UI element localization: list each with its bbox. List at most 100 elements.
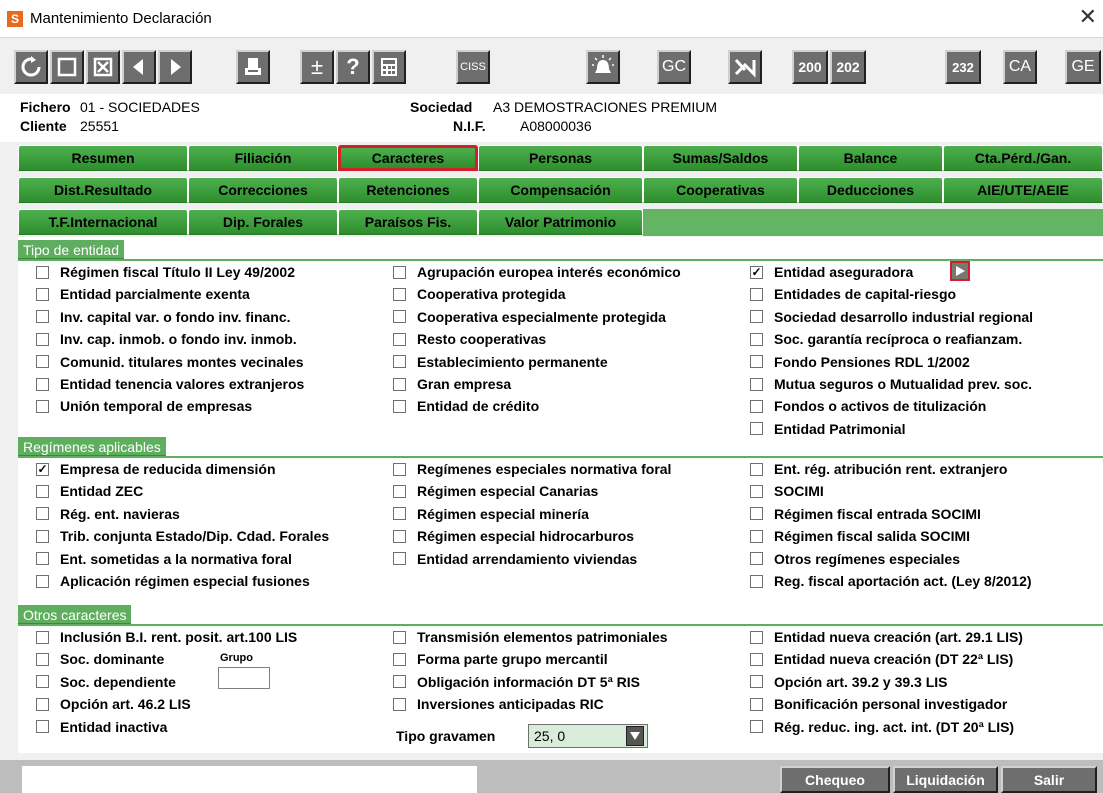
checkbox-item-entidad-nueva-creacion-art-29-1-lis[interactable]: Entidad nueva creación (art. 29.1 LIS)	[750, 627, 1023, 647]
tab-aie-ute-aeie[interactable]: AIE/UTE/AEIE	[943, 177, 1103, 203]
checkbox-item-regimen-fiscal-titulo-ii-ley-49-2002[interactable]: Régimen fiscal Título II Ley 49/2002	[36, 262, 295, 282]
checkbox-item-entidades-de-capital-riesgo[interactable]: Entidades de capital-riesgo	[750, 284, 956, 304]
checkbox[interactable]	[750, 529, 763, 543]
checkbox[interactable]	[393, 377, 406, 391]
tipo-gravamen-dropdown[interactable]	[626, 726, 644, 746]
checkbox[interactable]	[750, 332, 763, 346]
checkbox-item-cooperativa-especialmente-protegida[interactable]: Cooperativa especialmente protegida	[393, 307, 666, 327]
tab-paraisos-fis[interactable]: Paraísos Fis.	[338, 209, 478, 235]
checkbox[interactable]	[393, 265, 406, 279]
tab-cta-perd-gan[interactable]: Cta.Pérd./Gan.	[943, 145, 1103, 171]
checkbox-item-regimen-especial-hidrocarburos[interactable]: Régimen especial hidrocarburos	[393, 526, 634, 546]
checkbox[interactable]	[393, 355, 406, 369]
alarm-button[interactable]	[586, 50, 620, 84]
checkbox[interactable]	[750, 462, 763, 476]
checkbox[interactable]: ✓	[36, 462, 49, 476]
checkbox[interactable]	[750, 675, 763, 689]
checkbox-item-mutua-seguros-o-mutualidad-prev-soc[interactable]: Mutua seguros o Mutualidad prev. soc.	[750, 374, 1032, 394]
checkbox[interactable]	[393, 529, 406, 543]
next-button[interactable]	[158, 50, 192, 84]
new-button[interactable]	[50, 50, 84, 84]
tab-resumen[interactable]: Resumen	[18, 145, 188, 171]
checkbox-item-otros-regimenes-especiales[interactable]: Otros regímenes especiales	[750, 549, 960, 569]
checkbox[interactable]	[36, 399, 49, 413]
tab-deducciones[interactable]: Deducciones	[798, 177, 943, 203]
calculator-button[interactable]	[372, 50, 406, 84]
checkbox-item-fondo-pensiones-rdl-1-2002[interactable]: Fondo Pensiones RDL 1/2002	[750, 352, 970, 372]
checkbox[interactable]	[750, 630, 763, 644]
checkbox-item-ent-sometidas-a-la-normativa-foral[interactable]: Ent. sometidas a la normativa foral	[36, 549, 292, 569]
m202-button[interactable]: 202	[830, 50, 866, 84]
checkbox[interactable]	[750, 287, 763, 301]
grupo-input[interactable]	[218, 667, 270, 689]
checkbox[interactable]	[393, 652, 406, 666]
m232-button[interactable]: 232	[945, 50, 981, 84]
checkbox-item-ent-reg-atribucion-rent-extranjero[interactable]: Ent. rég. atribución rent. extranjero	[750, 459, 1007, 479]
tab-filiacion[interactable]: Filiación	[188, 145, 338, 171]
liquidacion-button[interactable]: Liquidación	[893, 766, 998, 793]
checkbox-item-soc-dominante[interactable]: Soc. dominante	[36, 649, 164, 669]
checkbox[interactable]	[393, 287, 406, 301]
checkbox-item-opcion-art-46-2-lis[interactable]: Opción art. 46.2 LIS	[36, 694, 191, 714]
checkbox[interactable]	[393, 552, 406, 566]
tab-retenciones[interactable]: Retenciones	[338, 177, 478, 203]
ciss-button[interactable]: CISS	[456, 50, 490, 84]
checkbox[interactable]	[36, 332, 49, 346]
checkbox-item-inv-cap-inmob-o-fondo-inv-inmob[interactable]: Inv. cap. inmob. o fondo inv. inmob.	[36, 329, 297, 349]
tab-tf-internacional[interactable]: T.F.Internacional	[18, 209, 188, 235]
ge-button[interactable]: GE	[1065, 50, 1101, 84]
refresh-button[interactable]	[14, 50, 48, 84]
checkbox-item-entidad-arrendamiento-viviendas[interactable]: Entidad arrendamiento viviendas	[393, 549, 637, 569]
checkbox-item-bonificacion-personal-investigador[interactable]: Bonificación personal investigador	[750, 694, 1007, 714]
checkbox[interactable]	[36, 630, 49, 644]
tab-compensacion[interactable]: Compensación	[478, 177, 643, 203]
checkbox-item-regimen-especial-mineria[interactable]: Régimen especial minería	[393, 504, 589, 524]
checkbox[interactable]	[393, 697, 406, 711]
checkbox-item-comunid-titulares-montes-vecinales[interactable]: Comunid. titulares montes vecinales	[36, 352, 304, 372]
checkbox-item-resto-cooperativas[interactable]: Resto cooperativas	[393, 329, 546, 349]
salir-button[interactable]: Salir	[1001, 766, 1097, 793]
checkbox-item-opcion-art-39-2-y-39-3-lis[interactable]: Opción art. 39.2 y 39.3 LIS	[750, 672, 948, 692]
checkbox-item-fondos-o-activos-de-titulizacion[interactable]: Fondos o activos de titulización	[750, 396, 986, 416]
tab-personas[interactable]: Personas	[478, 145, 643, 171]
tab-sumas-saldos[interactable]: Sumas/Saldos	[643, 145, 798, 171]
prev-button[interactable]	[122, 50, 156, 84]
checkbox[interactable]	[750, 552, 763, 566]
checkbox[interactable]	[750, 507, 763, 521]
checkbox[interactable]	[750, 574, 763, 588]
checkbox[interactable]	[36, 310, 49, 324]
checkbox-item-entidad-parcialmente-exenta[interactable]: Entidad parcialmente exenta	[36, 284, 250, 304]
checkbox[interactable]	[36, 529, 49, 543]
checkbox-item-entidad-inactiva[interactable]: Entidad inactiva	[36, 717, 167, 737]
checkbox-item-establecimiento-permanente[interactable]: Establecimiento permanente	[393, 352, 608, 372]
checkbox-item-sociedad-desarrollo-industrial-regional[interactable]: Sociedad desarrollo industrial regional	[750, 307, 1033, 327]
checkbox[interactable]	[393, 484, 406, 498]
checkbox[interactable]	[750, 377, 763, 391]
checkbox[interactable]	[750, 399, 763, 413]
checkbox-item-trib-conjunta-estado-dip-cdad-forales[interactable]: Trib. conjunta Estado/Dip. Cdad. Forales	[36, 526, 329, 546]
checkbox[interactable]	[36, 265, 49, 279]
checkbox-item-obligacion-informacion-dt-5-ris[interactable]: Obligación información DT 5ª RIS	[393, 672, 640, 692]
chequeo-button[interactable]: Chequeo	[780, 766, 890, 793]
help-button[interactable]: ?	[336, 50, 370, 84]
checkbox[interactable]	[393, 675, 406, 689]
checkbox-item-reg-fiscal-aportacion-act-ley-8-2012[interactable]: Reg. fiscal aportación act. (Ley 8/2012)	[750, 571, 1032, 591]
checkbox[interactable]	[750, 652, 763, 666]
tab-cooperativas[interactable]: Cooperativas	[643, 177, 798, 203]
checkbox[interactable]: ✓	[750, 265, 763, 279]
close-icon[interactable]: ✕	[1079, 4, 1097, 30]
checkbox[interactable]	[750, 697, 763, 711]
checkbox-item-regimenes-especiales-normativa-foral[interactable]: Regímenes especiales normativa foral	[393, 459, 671, 479]
tab-balance[interactable]: Balance	[798, 145, 943, 171]
checkbox[interactable]	[750, 422, 763, 436]
checkbox[interactable]	[36, 287, 49, 301]
checkbox-item-inversiones-anticipadas-ric[interactable]: Inversiones anticipadas RIC	[393, 694, 604, 714]
gc-button[interactable]: GC	[657, 50, 691, 84]
checkbox[interactable]	[750, 484, 763, 498]
checkbox[interactable]	[36, 697, 49, 711]
aseguradora-detail-button[interactable]	[950, 261, 970, 281]
checkbox[interactable]	[750, 310, 763, 324]
checkbox[interactable]	[36, 652, 49, 666]
checkbox[interactable]	[36, 720, 49, 734]
checkbox[interactable]	[36, 355, 49, 369]
